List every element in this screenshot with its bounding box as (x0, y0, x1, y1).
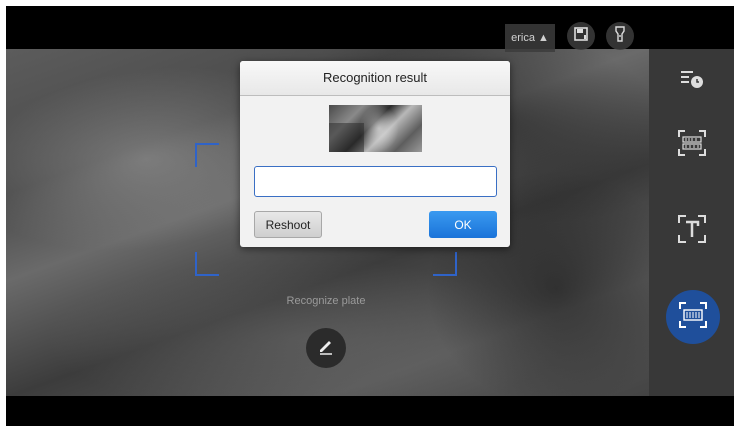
ok-button[interactable]: OK (429, 211, 497, 238)
reshoot-button[interactable]: Reshoot (254, 211, 322, 238)
plate-thumbnail (329, 105, 422, 152)
plate-number-input[interactable] (254, 166, 497, 197)
barcode-scan-icon (677, 129, 707, 162)
flashlight-button[interactable] (606, 22, 634, 50)
scan-hint: Recognize plate (286, 295, 366, 307)
history-button[interactable] (670, 59, 714, 103)
save-button[interactable] (567, 22, 595, 50)
history-icon (679, 68, 705, 95)
text-recognition-icon (677, 214, 707, 249)
barcode-mode-button[interactable] (670, 123, 714, 167)
plate-mode-button[interactable] (666, 290, 720, 344)
plate-scan-icon (678, 301, 708, 334)
pencil-icon (317, 337, 335, 360)
text-mode-button[interactable] (670, 209, 714, 253)
manual-input-button[interactable] (306, 328, 346, 368)
recognition-result-dialog: Recognition result Reshoot OK (240, 61, 510, 247)
save-icon (573, 26, 589, 47)
flashlight-icon (613, 25, 627, 47)
dialog-title: Recognition result (240, 61, 510, 96)
region-label: erica ▲ (511, 32, 549, 44)
region-selector[interactable]: erica ▲ (505, 24, 555, 52)
mode-sidebar (649, 49, 734, 396)
